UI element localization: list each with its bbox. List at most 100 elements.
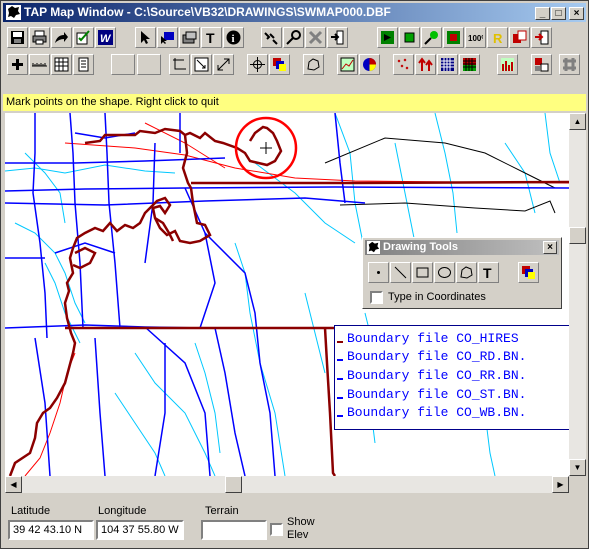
latitude-field[interactable]: 39 42 43.10 N [8, 520, 94, 540]
polygon-tool-icon [460, 266, 473, 279]
latitude-label: Latitude [11, 505, 51, 517]
shape-button[interactable] [303, 54, 324, 75]
save-icon [11, 31, 24, 44]
terrain-field[interactable] [201, 520, 267, 540]
title-bar[interactable]: TAP Map Window - C:\Source\VB32\DRAWINGS… [3, 3, 586, 22]
word-icon: W [98, 30, 113, 45]
add-button[interactable] [7, 54, 28, 75]
pan-button[interactable] [247, 54, 268, 75]
edit-check-icon [76, 30, 90, 45]
tap-map-window: TAP Map Window - C:\Source\VB32\DRAWINGS… [0, 0, 589, 549]
select-area-button[interactable] [157, 27, 178, 48]
scroll-left-button[interactable]: ◀ [5, 476, 22, 493]
palette-app-icon [367, 241, 380, 254]
exit-button[interactable] [327, 27, 348, 48]
minimize-button[interactable]: _ [535, 7, 550, 20]
yellow-r-letter: R [493, 31, 503, 45]
corner-button[interactable] [169, 54, 190, 75]
histogram-button[interactable] [497, 54, 518, 75]
legend-item-1: Boundary file CO_HIRES [347, 331, 519, 346]
maximize-button[interactable]: □ [551, 7, 566, 20]
word-button[interactable]: W [95, 27, 116, 48]
blank-1-button[interactable] [111, 54, 135, 75]
other-features [324, 137, 556, 214]
pointer-icon [141, 31, 150, 44]
scatter-button[interactable] [393, 54, 414, 75]
text-tool-button[interactable]: T [478, 262, 499, 283]
resize-button[interactable] [213, 54, 234, 75]
notes-button[interactable] [73, 54, 94, 75]
close-button[interactable]: × [569, 7, 584, 20]
grid-color-button[interactable] [459, 54, 480, 75]
chart-icon [340, 57, 355, 72]
layer-button[interactable] [179, 27, 200, 48]
longitude-field[interactable]: 104 37 55.80 W [96, 520, 184, 540]
shape-icon [307, 58, 320, 71]
red-box-button[interactable] [443, 27, 464, 48]
blank-2-button[interactable] [137, 54, 161, 75]
app-icon [6, 5, 21, 20]
green-box-2-button[interactable] [399, 27, 420, 48]
notes-icon [78, 57, 89, 72]
delete-button[interactable] [305, 27, 326, 48]
arrows-button[interactable] [415, 54, 436, 75]
text-button[interactable]: T [201, 27, 222, 48]
print-button[interactable] [29, 27, 50, 48]
scroll-up-button[interactable]: ▲ [569, 113, 586, 130]
text-tool-icon: T [483, 265, 492, 280]
drawing-tools-titlebar[interactable]: Drawing Tools × [365, 240, 559, 255]
save-button[interactable] [7, 27, 28, 48]
show-elev-checkbox[interactable] [270, 523, 283, 536]
type-in-coordinates-checkbox[interactable] [370, 291, 383, 304]
point-tool-button[interactable] [368, 262, 389, 283]
chart-button[interactable] [337, 54, 358, 75]
rectangle-tool-icon [416, 267, 429, 278]
red-copy-button[interactable] [509, 27, 530, 48]
vertical-scroll-thumb[interactable] [569, 227, 586, 244]
grid-button[interactable] [51, 54, 72, 75]
scatter-icon [397, 58, 409, 70]
yellow-r-icon: R [493, 31, 503, 45]
scroll-right-button[interactable]: ▶ [552, 476, 569, 493]
zoom-100-text: 100% [468, 34, 483, 43]
toolbar-main: W T i 100 R [3, 25, 586, 51]
pointer-button[interactable] [135, 27, 156, 48]
zoom-100-button[interactable]: 100% [465, 27, 486, 48]
color-tool-button[interactable] [518, 262, 539, 283]
green-box-1-icon [381, 31, 394, 44]
info-button[interactable]: i [223, 27, 244, 48]
green-pin-icon [424, 31, 438, 45]
drawing-tools-close-button[interactable]: × [543, 241, 557, 254]
color-layers-button[interactable] [269, 54, 290, 75]
probe-button[interactable] [283, 27, 304, 48]
type-in-coordinates-label: Type in Coordinates [388, 291, 486, 303]
text-icon: T [206, 30, 215, 45]
green-pin-button[interactable] [421, 27, 442, 48]
ellipse-tool-button[interactable] [434, 262, 455, 283]
scroll-corner [569, 476, 586, 493]
polygon-tool-button[interactable] [456, 262, 477, 283]
line-tool-button[interactable] [390, 262, 411, 283]
longitude-label: Longitude [98, 505, 147, 517]
rectangle-tool-button[interactable] [412, 262, 433, 283]
export-button[interactable] [51, 27, 72, 48]
dots-grid-button[interactable] [559, 54, 580, 75]
edit-check-button[interactable] [73, 27, 94, 48]
vertical-scrollbar[interactable]: ▲ ▼ [569, 113, 586, 476]
ellipse-tool-icon [438, 267, 451, 278]
zoom-box-button[interactable] [191, 54, 212, 75]
red-arrow-button[interactable] [531, 27, 552, 48]
horizontal-scroll-thumb[interactable] [225, 476, 242, 493]
zoom-100-icon: 100% [468, 34, 483, 43]
map-canvas[interactable]: Boundary file CO_HIRES Boundary file CO_… [5, 113, 569, 476]
scroll-down-button[interactable]: ▼ [569, 459, 586, 476]
zoom-stepping-button[interactable] [261, 27, 282, 48]
dots-grid-icon [563, 58, 576, 71]
ruler-button[interactable] [29, 54, 50, 75]
pie-button[interactable] [359, 54, 380, 75]
green-box-1-button[interactable] [377, 27, 398, 48]
tiles-button[interactable] [531, 54, 552, 75]
horizontal-scrollbar[interactable]: ◀ ▶ [5, 476, 569, 493]
grid-blue-button[interactable] [437, 54, 458, 75]
yellow-r-button[interactable]: R [487, 27, 508, 48]
